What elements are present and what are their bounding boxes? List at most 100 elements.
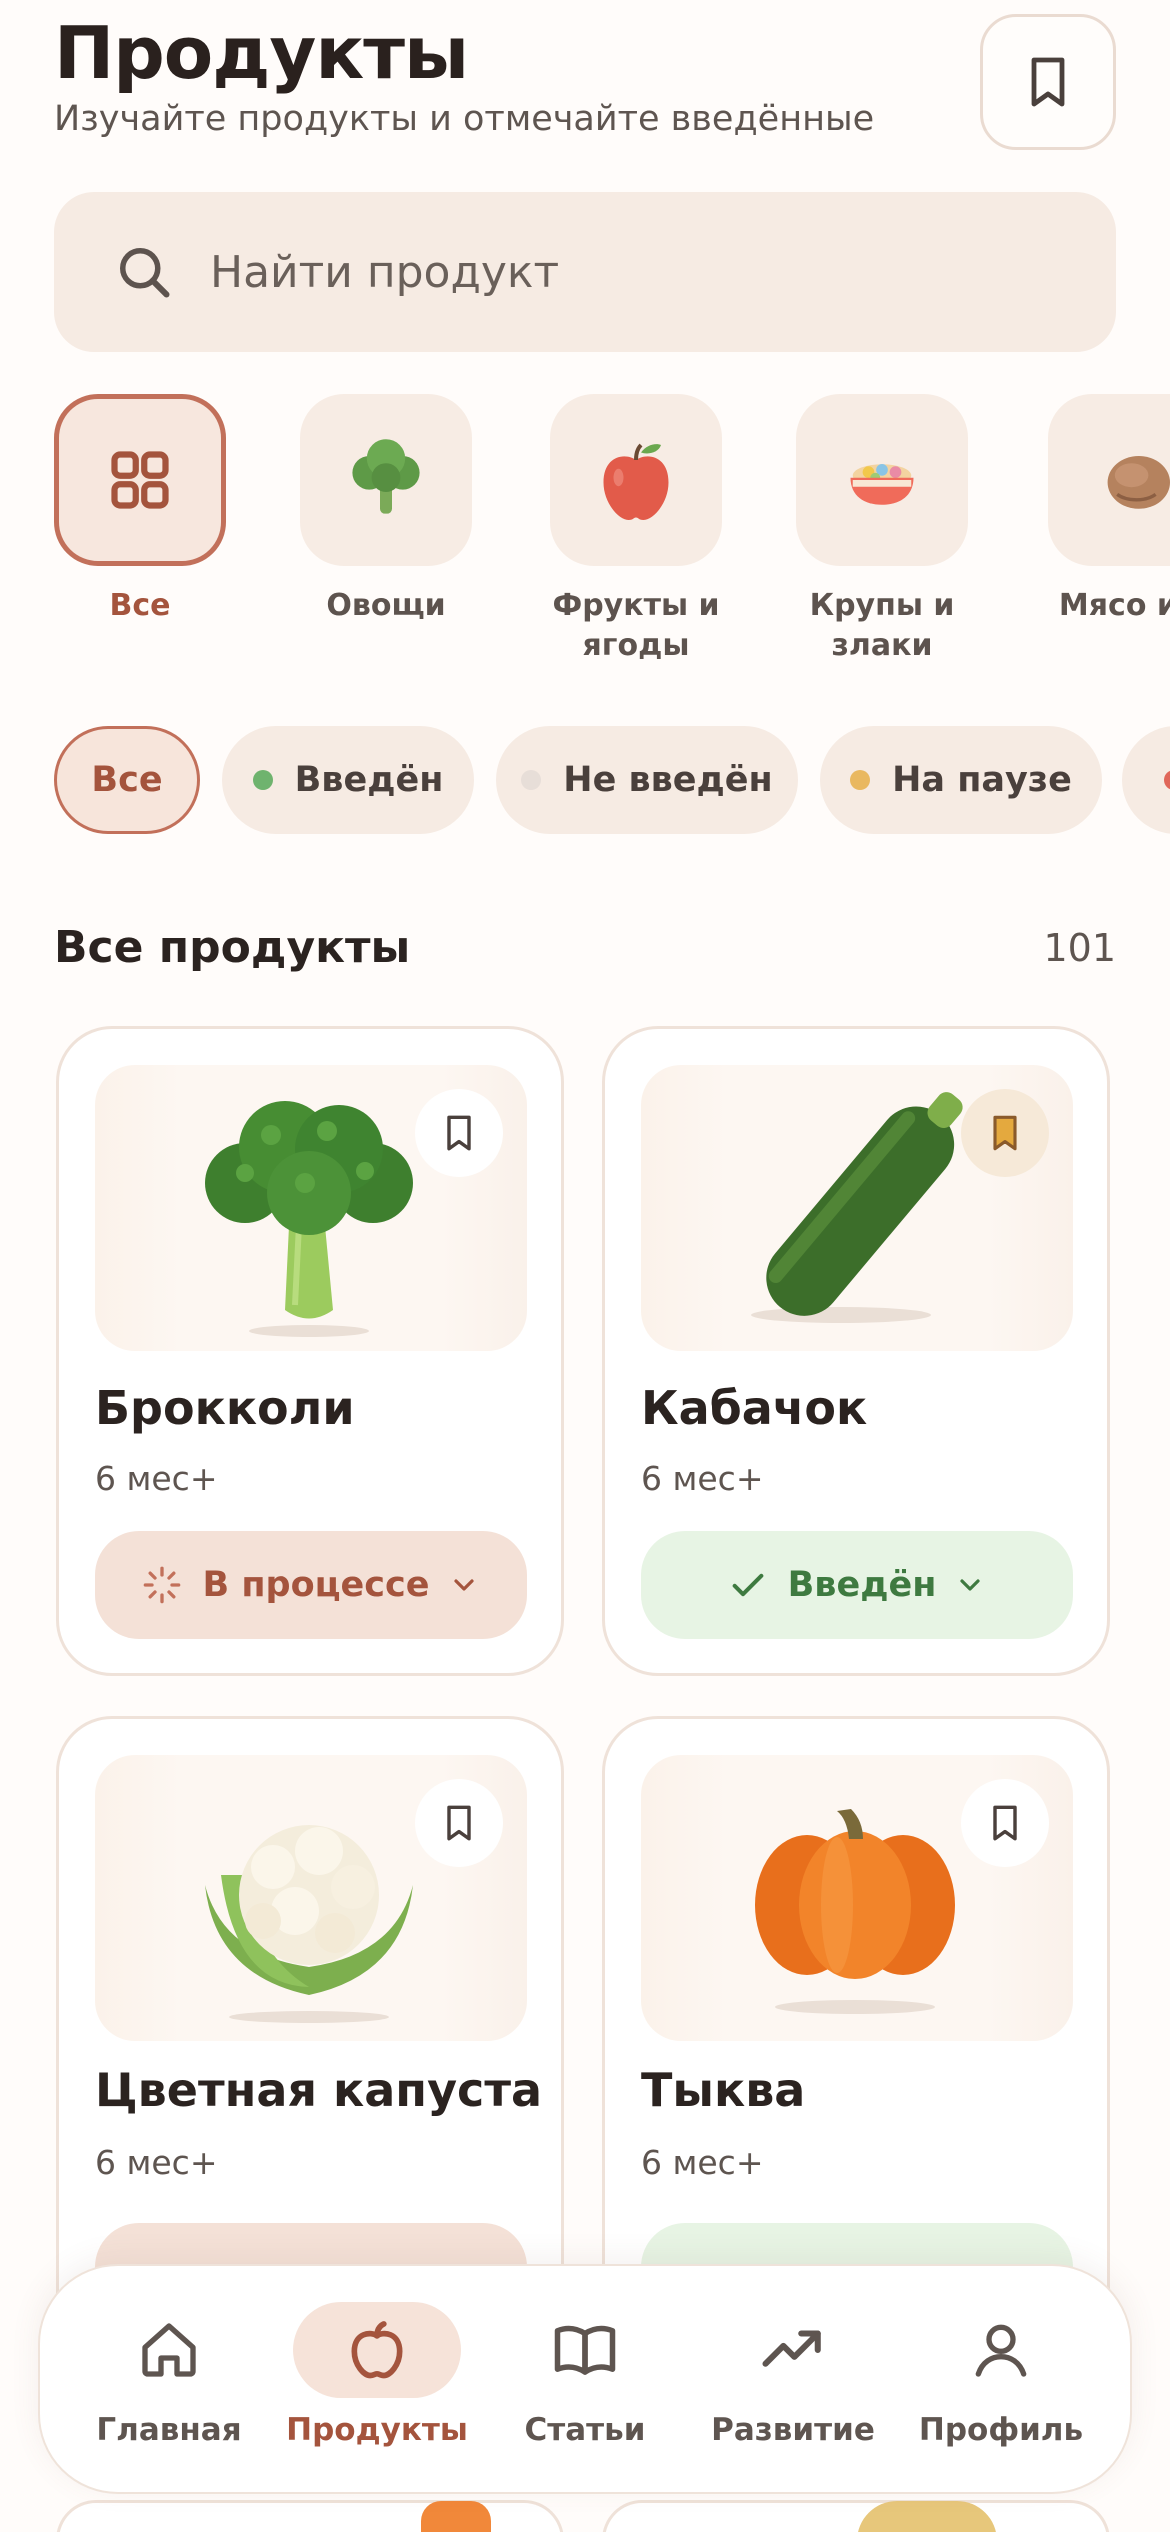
product-name: Брокколи (95, 1381, 355, 1435)
product-image (95, 1065, 527, 1351)
filter-chip-more[interactable] (1122, 726, 1170, 834)
product-name: Кабачок (641, 1381, 868, 1435)
tab-label: Статьи (524, 2412, 646, 2448)
filter-chip-label: На паузе (892, 760, 1072, 800)
category-fruits[interactable]: Фрукты и ягоды (536, 394, 736, 665)
bookmark-icon (447, 1115, 471, 1151)
status-label: Введён (787, 1565, 937, 1605)
chevron-down-icon (453, 1579, 474, 1591)
filter-chip-not-introduced[interactable]: Не введён (496, 726, 798, 834)
tab-label: Профиль (918, 2412, 1084, 2448)
filter-chip-label: Не введён (563, 760, 773, 800)
user-icon (975, 2324, 1027, 2377)
status-label: В процессе (202, 1565, 430, 1605)
home-icon (142, 2323, 196, 2377)
tab-articles[interactable]: Статьи (480, 2266, 690, 2496)
bookmark-filled-icon (993, 1115, 1017, 1151)
product-name: Цветная капуста (95, 2063, 543, 2117)
card-bookmark-button[interactable] (961, 1089, 1049, 1177)
status-dropdown[interactable]: В процессе (95, 1531, 527, 1639)
status-dot (1164, 770, 1170, 790)
page-subtitle: Изучайте продукты и отмечайте введённые (54, 99, 875, 139)
tab-home[interactable]: Главная (64, 2266, 274, 2496)
loading-icon (144, 1566, 181, 1604)
tab-icon-container (501, 2302, 669, 2398)
category-label: Овощи (326, 588, 446, 623)
filter-chip-label: Все (91, 760, 163, 800)
category-label: Крупы и злаки (809, 588, 955, 663)
product-image (95, 1755, 527, 2041)
tab-development[interactable]: Развитие (688, 2266, 898, 2496)
status-dropdown[interactable]: Введён (641, 1531, 1073, 1639)
category-tile[interactable] (300, 394, 472, 566)
broccoli-icon (352, 439, 420, 514)
page-title: Продукты (54, 11, 469, 95)
tab-icon-container (709, 2302, 877, 2398)
product-age: 6 мес+ (641, 1459, 764, 1498)
product-count: 101 (1043, 926, 1116, 970)
category-tile[interactable] (796, 394, 968, 566)
meat-icon (1107, 456, 1170, 509)
product-card[interactable] (602, 2500, 1110, 2532)
bookmark-icon (993, 1805, 1017, 1841)
product-card[interactable]: Кабачок 6 мес+ Введён (602, 1026, 1110, 1676)
status-dot (850, 770, 871, 790)
potato-image (857, 2501, 997, 2532)
tab-icon-container (85, 2302, 253, 2398)
category-label: Мясо и п (1058, 588, 1170, 623)
card-bookmark-button[interactable] (415, 1089, 503, 1177)
category-all[interactable]: Все (54, 394, 240, 626)
tab-label: Главная (96, 2412, 242, 2448)
tab-label: Развитие (711, 2412, 875, 2448)
category-meat[interactable]: Мясо и п (1034, 394, 1170, 626)
bookmark-icon (1031, 57, 1065, 107)
filter-chip-introduced[interactable]: Введён (222, 726, 474, 834)
category-grains[interactable]: Крупы и злаки (782, 394, 982, 665)
saved-products-button[interactable] (980, 14, 1116, 150)
header: Продукты Изучайте продукты и отмечайте в… (54, 11, 1116, 154)
book-icon (554, 2325, 616, 2375)
carrot-image (421, 2501, 491, 2532)
category-vegetables[interactable]: Овощи (286, 394, 486, 626)
product-age: 6 мес+ (95, 1459, 218, 1498)
filter-chip-label: Введён (294, 760, 444, 800)
product-card[interactable]: Брокколи 6 мес+ В процессе (56, 1026, 564, 1676)
tab-icon-container (917, 2302, 1085, 2398)
grain-bowl-icon (850, 464, 914, 505)
tab-products[interactable]: Продукты (272, 2266, 482, 2496)
category-label: Фрукты и ягоды (552, 588, 720, 663)
category-tile[interactable] (54, 394, 226, 566)
search-bar[interactable] (54, 192, 1116, 352)
category-tile[interactable] (550, 394, 722, 566)
search-input[interactable] (210, 246, 1010, 298)
status-dot (521, 770, 542, 790)
trending-up-icon (762, 2330, 821, 2367)
status-dot (252, 770, 273, 790)
product-card[interactable] (56, 2500, 564, 2532)
category-list: Все Овощи Фрукты и ягоды Крупы и злаки М… (54, 394, 1170, 674)
grid-icon (111, 451, 169, 509)
card-bookmark-button[interactable] (961, 1779, 1049, 1867)
product-age: 6 мес+ (641, 2143, 764, 2182)
section-title: Все продукты (54, 922, 411, 973)
card-bookmark-button[interactable] (415, 1779, 503, 1867)
bookmark-icon (447, 1805, 471, 1841)
category-tile[interactable] (1048, 394, 1170, 566)
product-image (641, 1065, 1073, 1351)
check-icon (732, 1573, 763, 1597)
product-age: 6 мес+ (95, 2143, 218, 2182)
product-image (641, 1755, 1073, 2041)
search-icon (120, 248, 170, 298)
filter-chip-paused[interactable]: На паузе (820, 726, 1102, 834)
apple-icon (603, 443, 669, 520)
category-label: Все (109, 588, 171, 623)
apple-icon (351, 2321, 403, 2379)
filter-chip-all[interactable]: Все (54, 726, 200, 834)
chevron-down-icon (960, 1579, 980, 1591)
tab-label: Продукты (286, 2412, 468, 2448)
bottom-tab-bar: Главная Продукты Статьи Развитие Профиль (38, 2264, 1132, 2494)
status-filter: Все Введён Не введён На паузе (54, 726, 1170, 836)
tab-icon-container (293, 2302, 461, 2398)
tab-profile[interactable]: Профиль (896, 2266, 1106, 2496)
product-name: Тыква (641, 2063, 806, 2117)
